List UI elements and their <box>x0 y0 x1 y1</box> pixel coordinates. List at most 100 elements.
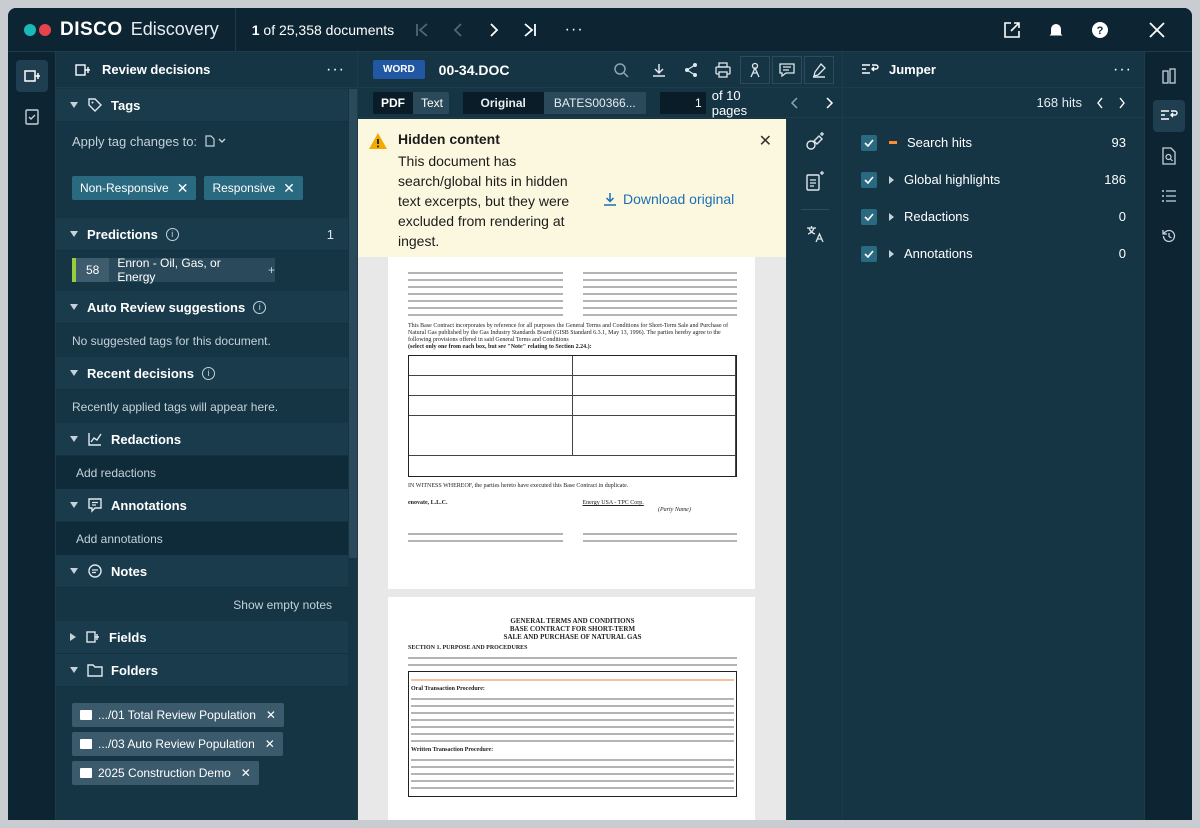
page1-header-block <box>408 267 737 321</box>
expand-icon[interactable] <box>889 212 894 221</box>
last-doc-button[interactable] <box>512 8 548 52</box>
redactions-section-header[interactable]: Redactions <box>56 423 348 456</box>
search-button[interactable] <box>606 56 636 84</box>
checkbox[interactable] <box>861 245 877 262</box>
predictions-section-header[interactable]: Predictions i 1 <box>56 218 348 251</box>
review-scrollbar[interactable] <box>349 89 357 558</box>
help-button[interactable]: ? <box>1078 8 1122 52</box>
remove-folder-icon[interactable]: ✕ <box>241 766 251 780</box>
print-button[interactable] <box>708 56 738 84</box>
add-redactions-link[interactable]: Add redactions <box>56 456 348 489</box>
compare-rail-button[interactable] <box>1153 60 1185 92</box>
share-button[interactable] <box>676 56 706 84</box>
remove-folder-icon[interactable]: ✕ <box>265 737 275 751</box>
doc-total-text: of 25,358 documents <box>263 21 395 38</box>
tag-chip[interactable]: Non-Responsive ✕ <box>72 176 197 200</box>
notes-title: Notes <box>111 563 148 579</box>
party-1: enovate, L.L.C. <box>408 500 448 506</box>
add-annotations-link[interactable]: Add annotations <box>56 522 348 555</box>
annotate-person-button[interactable] <box>740 55 770 84</box>
review-more-button[interactable]: ··· <box>326 61 345 79</box>
list-rail-button[interactable] <box>1153 180 1185 212</box>
comment-button[interactable] <box>772 55 802 84</box>
jumper-rail-button[interactable] <box>1153 100 1185 132</box>
table-row <box>409 396 736 416</box>
popout-button[interactable] <box>990 8 1034 52</box>
checkbox[interactable] <box>861 134 877 151</box>
search-icon <box>614 62 629 78</box>
auto-review-section-header[interactable]: Auto Review suggestions i <box>56 291 348 324</box>
dismiss-banner-icon[interactable]: ✕ <box>759 131 772 151</box>
tags-section-header[interactable]: Tags <box>56 89 348 122</box>
notifications-button[interactable] <box>1034 8 1078 52</box>
review-decisions-rail-button[interactable] <box>16 60 48 92</box>
checkbox[interactable] <box>861 171 877 188</box>
next-hit-button[interactable] <box>1118 97 1126 109</box>
folder-list: .../01 Total Review Population ✕ .../03 A… <box>72 703 332 790</box>
more-menu-button[interactable]: ··· <box>556 8 592 52</box>
auto-review-title: Auto Review suggestions <box>87 299 246 315</box>
prediction-name: Enron - Oil, Gas, or Energy <box>117 256 221 284</box>
jumper-row-annotations[interactable]: Annotations 0 <box>843 235 1144 272</box>
folder-chip[interactable]: .../01 Total Review Population ✕ <box>72 703 284 727</box>
show-empty-notes-link[interactable]: Show empty notes <box>72 588 332 621</box>
first-doc-button[interactable] <box>404 8 440 52</box>
highlight-button[interactable] <box>804 55 834 84</box>
recent-decisions-section-header[interactable]: Recent decisions i <box>56 357 348 390</box>
review-icon <box>75 63 90 76</box>
info-icon[interactable]: i <box>201 366 215 380</box>
jumper-more-button[interactable]: ··· <box>1113 61 1132 79</box>
info-icon[interactable]: i <box>165 227 179 241</box>
page1-select: (select only one from each box, but see … <box>408 344 592 350</box>
remove-tag-icon[interactable]: ✕ <box>177 180 189 197</box>
jumper-row-search-hits[interactable]: Search hits 93 <box>843 124 1144 161</box>
tag-chip[interactable]: Responsive ✕ <box>204 176 303 200</box>
tasks-rail-button[interactable] <box>16 100 48 132</box>
pdf-view-tab[interactable]: PDF <box>373 91 413 114</box>
translate-button[interactable] <box>805 224 825 247</box>
page1-right-col <box>582 267 737 321</box>
expand-icon[interactable] <box>889 249 894 258</box>
bates-tab[interactable]: BATES00366... <box>544 96 646 110</box>
expand-icon[interactable] <box>889 175 894 184</box>
prev-doc-button[interactable] <box>440 8 476 52</box>
remove-folder-icon[interactable]: ✕ <box>266 708 276 722</box>
next-page-button[interactable] <box>824 96 834 109</box>
add-prediction-icon[interactable]: + <box>268 263 275 277</box>
annotations-section-header[interactable]: Annotations <box>56 489 348 522</box>
checkbox[interactable] <box>861 208 877 225</box>
next-doc-button[interactable] <box>476 8 512 52</box>
apply-target-dropdown[interactable] <box>205 135 226 147</box>
remove-tag-icon[interactable]: ✕ <box>283 180 295 197</box>
folder-chip[interactable]: 2025 Construction Demo ✕ <box>72 761 259 785</box>
jumper-title: Jumper <box>889 62 936 77</box>
prev-page-button[interactable] <box>790 96 800 109</box>
download-button[interactable] <box>644 56 674 84</box>
folders-section-header[interactable]: Folders <box>56 654 348 687</box>
close-button[interactable] <box>1122 8 1192 52</box>
jumper-row-redactions[interactable]: Redactions 0 <box>843 198 1144 235</box>
prev-hit-button[interactable] <box>1096 97 1104 109</box>
fields-section-header[interactable]: Fields <box>56 621 348 654</box>
search-document-rail-button[interactable] <box>1153 140 1185 172</box>
top-right-actions: ? <box>990 8 1192 52</box>
page1-provisions-table <box>408 355 737 477</box>
collapse-icon <box>70 667 78 673</box>
ai-shapes-button[interactable] <box>804 131 826 156</box>
jumper-icon <box>862 63 879 74</box>
ai-summary-button[interactable] <box>804 170 826 195</box>
download-original-link[interactable]: Download original <box>603 191 734 207</box>
disco-logo[interactable]: DISCO Ediscovery <box>24 19 219 41</box>
logo-dot-teal <box>24 23 36 36</box>
folder-icon <box>80 768 92 778</box>
folder-chip[interactable]: .../03 Auto Review Population ✕ <box>72 732 283 756</box>
text-view-tab[interactable]: Text <box>413 91 449 114</box>
jumper-row-global-highlights[interactable]: Global highlights 186 <box>843 161 1144 198</box>
original-tab[interactable]: Original <box>462 91 544 114</box>
notes-section-header[interactable]: Notes <box>56 555 348 588</box>
prediction-chip[interactable]: 58 Enron - Oil, Gas, or Energy + <box>72 256 275 284</box>
page-number-input[interactable] <box>659 91 706 114</box>
info-icon[interactable]: i <box>253 300 267 314</box>
history-rail-button[interactable] <box>1153 220 1185 252</box>
download-icon <box>653 63 665 77</box>
